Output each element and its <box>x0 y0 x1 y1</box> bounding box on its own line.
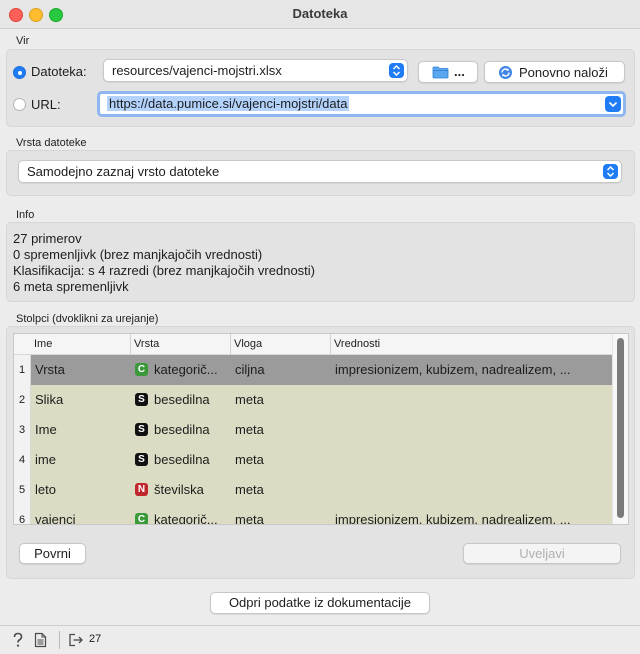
url-input-value: https://data.pumice.si/vajenci-mojstri/d… <box>107 96 350 111</box>
numeric-badge-icon: N <box>135 483 148 497</box>
output-count: 27 <box>89 633 102 645</box>
column-header-name[interactable]: Ime <box>34 338 52 350</box>
row-values <box>335 415 605 445</box>
file-type-select[interactable]: Samodejno zaznaj vrsto datoteke <box>18 160 622 183</box>
info-line: 0 spremenljivk (brez manjkajočih vrednos… <box>13 247 263 262</box>
row-values <box>335 445 605 475</box>
row-values: impresionizem, kubizem, nadrealizem, ... <box>335 362 571 377</box>
file-type-select-value: Samodejno zaznaj vrsto datoteke <box>27 164 220 179</box>
table-header: Ime Vrsta Vloga Vrednosti <box>14 334 612 355</box>
categorical-badge-icon: C <box>135 363 148 377</box>
table-row[interactable]: 6 vajenci Ckategorič... meta impresioniz… <box>14 505 612 525</box>
column-header-values[interactable]: Vrednosti <box>334 338 380 350</box>
row-type: kategorič... <box>154 512 218 525</box>
window-title: Datoteka <box>292 6 348 21</box>
string-badge-icon: S <box>135 423 148 437</box>
row-values <box>335 475 605 505</box>
source-section-label: Vir <box>16 35 30 47</box>
row-role: meta <box>235 512 264 525</box>
row-role: meta <box>235 482 264 497</box>
row-number: 4 <box>14 445 31 475</box>
row-number: 3 <box>14 415 31 445</box>
select-stepper-icon <box>389 63 404 78</box>
row-type: besedilna <box>154 392 210 407</box>
table-row[interactable]: 3 Ime Sbesedilna meta <box>14 415 612 445</box>
row-number: 6 <box>14 505 31 524</box>
categorical-badge-icon: C <box>135 513 148 524</box>
row-name: leto <box>35 482 56 497</box>
column-header-role[interactable]: Vloga <box>234 338 262 350</box>
open-documentation-data-button[interactable]: Odpri podatke iz dokumentacije <box>210 592 430 614</box>
table-row[interactable]: 5 leto Nštevilska meta <box>14 475 612 505</box>
row-values: impresionizem, kubizem, nadrealizem, ... <box>335 512 571 525</box>
table-scrollbar[interactable] <box>612 334 628 524</box>
row-name: Ime <box>35 422 57 437</box>
reset-button[interactable]: Povrni <box>19 543 86 564</box>
info-line: 27 primerov <box>13 231 82 246</box>
reload-icon <box>498 65 513 83</box>
column-header-type[interactable]: Vrsta <box>134 338 159 350</box>
string-badge-icon: S <box>135 393 148 407</box>
scrollbar-thumb[interactable] <box>617 338 624 518</box>
info-line: Klasifikacija: s 4 razredi (brez manjkaj… <box>13 263 316 278</box>
browse-button[interactable]: ... <box>418 61 478 83</box>
row-number: 5 <box>14 475 31 505</box>
row-number: 2 <box>14 385 31 415</box>
status-bar: 27 <box>0 625 640 654</box>
title-bar: Datoteka <box>0 0 640 29</box>
row-values <box>335 385 605 415</box>
url-radio[interactable] <box>13 98 26 111</box>
help-icon[interactable] <box>11 632 25 651</box>
row-role: meta <box>235 452 264 467</box>
output-icon <box>68 632 84 651</box>
table-row[interactable]: 1 Vrsta Ckategorič... ciljna impresioniz… <box>14 355 612 385</box>
chevron-down-icon[interactable] <box>605 96 621 112</box>
string-badge-icon: S <box>135 453 148 467</box>
table-row[interactable]: 4 ime Sbesedilna meta <box>14 445 612 475</box>
row-role: meta <box>235 422 264 437</box>
info-line: 6 meta spremenljivk <box>13 279 129 294</box>
url-radio-label[interactable]: URL: <box>31 97 61 112</box>
folder-icon <box>432 66 449 82</box>
file-type-section-label: Vrsta datoteke <box>16 137 87 149</box>
row-name: Vrsta <box>35 362 65 377</box>
table-row[interactable]: 2 Slika Sbesedilna meta <box>14 385 612 415</box>
row-role: meta <box>235 392 264 407</box>
file-radio[interactable] <box>13 66 26 79</box>
row-type: besedilna <box>154 452 210 467</box>
row-number: 1 <box>14 355 31 385</box>
apply-button[interactable]: Uveljavi <box>463 543 621 564</box>
reload-button-label: Ponovno naloži <box>519 65 608 80</box>
reload-button[interactable]: Ponovno naloži <box>484 61 625 83</box>
file-radio-label[interactable]: Datoteka: <box>31 64 87 79</box>
row-name: vajenci <box>35 512 76 525</box>
row-type: številska <box>154 482 204 497</box>
row-name: ime <box>35 452 56 467</box>
row-type: besedilna <box>154 422 210 437</box>
columns-table[interactable]: Ime Vrsta Vloga Vrednosti 1 Vrsta Ckateg… <box>13 333 629 525</box>
browse-button-label: ... <box>454 64 465 79</box>
file-select-value: resources/vajenci-mojstri.xlsx <box>112 63 282 78</box>
document-icon[interactable] <box>34 632 47 651</box>
select-stepper-icon <box>603 164 618 179</box>
row-type: kategorič... <box>154 362 218 377</box>
columns-section-label: Stolpci (dvoklikni za urejanje) <box>16 313 159 325</box>
url-input[interactable]: https://data.pumice.si/vajenci-mojstri/d… <box>97 91 626 117</box>
file-select[interactable]: resources/vajenci-mojstri.xlsx <box>103 59 408 82</box>
row-role: ciljna <box>235 362 265 377</box>
row-name: Slika <box>35 392 64 407</box>
info-section-label: Info <box>16 209 35 221</box>
